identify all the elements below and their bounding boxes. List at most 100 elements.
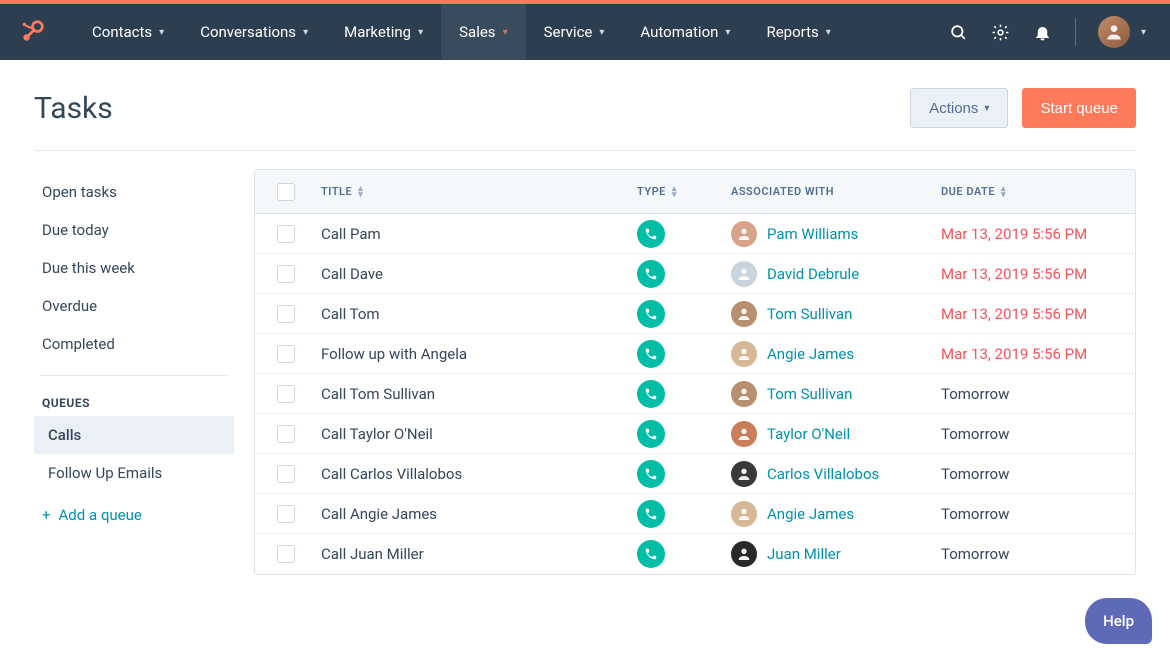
column-header-type[interactable]: TYPE ▴▾ [637, 185, 731, 198]
actions-dropdown-button[interactable]: Actions ▾ [910, 88, 1008, 128]
row-checkbox[interactable] [277, 465, 295, 483]
task-title: Follow up with Angela [321, 345, 637, 363]
column-header-associated[interactable]: ASSOCIATED WITH [731, 185, 941, 198]
column-header-due[interactable]: DUE DATE ▴▾ [941, 185, 1113, 198]
nav-item-automation[interactable]: Automation▾ [622, 4, 748, 60]
sidebar-filter-open-tasks[interactable]: Open tasks [34, 173, 234, 211]
call-icon [637, 540, 665, 568]
row-checkbox[interactable] [277, 545, 295, 563]
person-link[interactable]: Angie James [767, 505, 854, 523]
chevron-down-icon: ▾ [826, 27, 831, 38]
call-icon [637, 460, 665, 488]
select-all-checkbox[interactable] [277, 183, 295, 201]
user-avatar [1098, 16, 1130, 48]
tasks-table: TITLE ▴▾ TYPE ▴▾ ASSOCIATED WITH DUE DAT… [254, 169, 1136, 575]
help-button[interactable]: Help [1085, 598, 1152, 644]
nav-item-marketing[interactable]: Marketing▾ [326, 4, 441, 60]
person-link[interactable]: Tom Sullivan [767, 305, 852, 323]
sidebar-filter-due-this-week[interactable]: Due this week [34, 249, 234, 287]
chevron-down-icon: ▾ [725, 27, 730, 38]
actions-button-label: Actions [929, 100, 978, 117]
task-title: Call Juan Miller [321, 545, 637, 563]
due-date: Tomorrow [941, 385, 1113, 403]
person-link[interactable]: Tom Sullivan [767, 385, 852, 403]
sort-icon: ▴▾ [672, 186, 677, 198]
due-date: Mar 13, 2019 5:56 PM [941, 345, 1113, 363]
task-title: Call Angie James [321, 505, 637, 523]
person-avatar [731, 461, 757, 487]
due-date: Tomorrow [941, 465, 1113, 483]
due-date: Mar 13, 2019 5:56 PM [941, 225, 1113, 243]
nav-divider [1075, 18, 1076, 46]
due-date: Mar 13, 2019 5:56 PM [941, 265, 1113, 283]
person-link[interactable]: Pam Williams [767, 225, 858, 243]
person-avatar [731, 541, 757, 567]
search-icon[interactable] [949, 22, 969, 42]
table-header-row: TITLE ▴▾ TYPE ▴▾ ASSOCIATED WITH DUE DAT… [255, 170, 1135, 214]
person-link[interactable]: Carlos Villalobos [767, 465, 879, 483]
person-link[interactable]: Juan Miller [767, 545, 841, 563]
person-link[interactable]: David Debrule [767, 265, 859, 283]
task-title: Call Tom Sullivan [321, 385, 637, 403]
add-queue-button[interactable]: + Add a queue [34, 492, 234, 538]
nav-item-conversations[interactable]: Conversations▾ [182, 4, 326, 60]
call-icon [637, 420, 665, 448]
chevron-down-icon: ▾ [503, 27, 508, 38]
chevron-down-icon: ▾ [303, 27, 308, 38]
queue-item-calls[interactable]: Calls [34, 416, 234, 454]
call-icon [637, 340, 665, 368]
chevron-down-icon: ▾ [418, 27, 423, 38]
chevron-down-icon: ▾ [1141, 27, 1146, 38]
call-icon [637, 300, 665, 328]
table-row[interactable]: Call Angie JamesAngie JamesTomorrow [255, 494, 1135, 534]
row-checkbox[interactable] [277, 305, 295, 323]
table-row[interactable]: Call PamPam WilliamsMar 13, 2019 5:56 PM [255, 214, 1135, 254]
call-icon [637, 220, 665, 248]
person-avatar [731, 261, 757, 287]
call-icon [637, 500, 665, 528]
row-checkbox[interactable] [277, 425, 295, 443]
person-link[interactable]: Taylor O'Neil [767, 425, 850, 443]
chevron-down-icon: ▾ [159, 27, 164, 38]
queues-heading: QUEUES [34, 388, 234, 416]
table-row[interactable]: Call TomTom SullivanMar 13, 2019 5:56 PM [255, 294, 1135, 334]
task-title: Call Tom [321, 305, 637, 323]
sidebar: Open tasksDue todayDue this weekOverdueC… [34, 169, 234, 575]
sidebar-filter-due-today[interactable]: Due today [34, 211, 234, 249]
column-header-title[interactable]: TITLE ▴▾ [321, 185, 637, 198]
row-checkbox[interactable] [277, 345, 295, 363]
row-checkbox[interactable] [277, 505, 295, 523]
notifications-bell-icon[interactable] [1033, 22, 1053, 42]
table-row[interactable]: Call Taylor O'Neil Taylor O'Neil Tomorrow [255, 414, 1135, 454]
table-row[interactable]: Call Juan Miller Juan Miller Tomorrow [255, 534, 1135, 574]
nav-item-sales[interactable]: Sales▾ [441, 4, 525, 60]
due-date: Tomorrow [941, 545, 1113, 563]
hubspot-logo-icon[interactable] [18, 18, 46, 46]
top-navbar: Contacts▾Conversations▾Marketing▾Sales▾S… [0, 4, 1170, 60]
table-row[interactable]: Follow up with Angela Angie James Mar 13, … [255, 334, 1135, 374]
sidebar-filter-overdue[interactable]: Overdue [34, 287, 234, 325]
profile-menu[interactable]: ▾ [1098, 16, 1146, 48]
sort-icon: ▴▾ [358, 186, 363, 198]
due-date: Tomorrow [941, 425, 1113, 443]
task-title: Call Taylor O'Neil [321, 425, 637, 443]
queue-item-follow-up-emails[interactable]: Follow Up Emails [34, 454, 234, 492]
person-link[interactable]: Angie James [767, 345, 854, 363]
settings-gear-icon[interactable] [991, 22, 1011, 42]
call-icon [637, 260, 665, 288]
table-row[interactable]: Call Dave David Debrule Mar 13, 2019 5:56 … [255, 254, 1135, 294]
row-checkbox[interactable] [277, 225, 295, 243]
table-row[interactable]: Call Carlos VillalobosCarlos VillalobosT… [255, 454, 1135, 494]
nav-item-reports[interactable]: Reports▾ [748, 4, 848, 60]
person-avatar [731, 501, 757, 527]
nav-item-service[interactable]: Service▾ [526, 4, 623, 60]
row-checkbox[interactable] [277, 385, 295, 403]
row-checkbox[interactable] [277, 265, 295, 283]
start-queue-button[interactable]: Start queue [1022, 88, 1136, 128]
person-avatar [731, 381, 757, 407]
person-avatar [731, 301, 757, 327]
task-title: Call Dave [321, 265, 637, 283]
table-row[interactable]: Call Tom Sullivan Tom Sullivan Tomorrow [255, 374, 1135, 414]
sidebar-filter-completed[interactable]: Completed [34, 325, 234, 363]
nav-item-contacts[interactable]: Contacts▾ [74, 4, 182, 60]
